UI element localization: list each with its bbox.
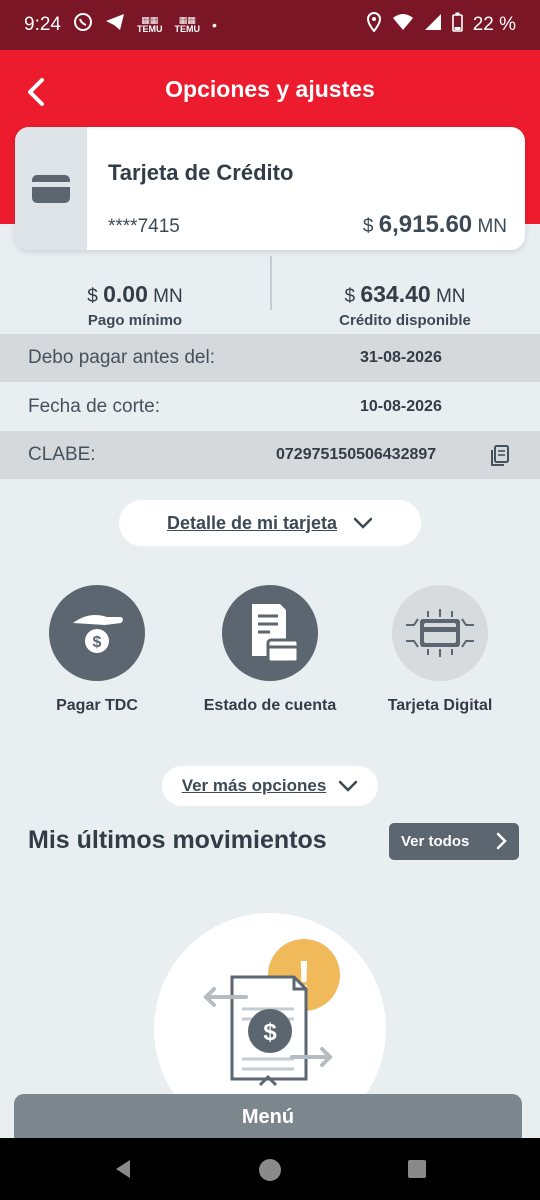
svg-text:$: $ <box>263 1019 277 1046</box>
status-bar: 9:24 ▦▦ TEMU ▦▦ TEMU • 22 % <box>0 0 540 50</box>
digital-card-icon <box>392 585 488 681</box>
svg-text:$: $ <box>93 634 102 651</box>
credit-card-summary: Tarjeta de Crédito ****7415 $ 6,915.60 M… <box>15 127 525 250</box>
statement-icon <box>222 585 318 681</box>
min-payment: $ 0.00 MN Pago mínimo <box>0 256 270 334</box>
movements-title: Mis últimos movimientos <box>28 826 327 854</box>
cut-date-row: Fecha de corte: 10-08-2026 <box>0 383 540 431</box>
temu-notification-icon-2: ▦▦ TEMU <box>174 15 200 34</box>
digital-card-label: Tarjeta Digital <box>387 697 493 714</box>
clabe-row: CLABE: 072975150506432897 <box>0 431 540 479</box>
chevron-down-icon <box>353 517 373 529</box>
page-title: Opciones y ajustes <box>165 76 375 102</box>
account-statement-label: Estado de cuenta <box>203 697 337 714</box>
location-icon <box>366 11 382 38</box>
temu-notification-icon: ▦▦ TEMU <box>136 15 163 34</box>
cut-date-label: Fecha de corte: <box>28 396 161 417</box>
back-nav-icon[interactable] <box>112 1158 134 1185</box>
card-detail-toggle[interactable]: Detalle de mi tarjeta <box>119 500 421 546</box>
card-balance: $ 6,915.60 MN <box>362 211 507 238</box>
system-nav-bar <box>0 1138 540 1200</box>
due-date-value: 31-08-2026 <box>360 349 442 366</box>
card-title: Tarjeta de Crédito <box>108 160 294 185</box>
whatsapp-icon <box>73 12 93 38</box>
due-date-row: Debo pagar antes del: 31-08-2026 <box>0 334 540 382</box>
more-options-toggle[interactable]: Ver más opciones <box>162 766 378 806</box>
status-time: 9:24 <box>24 14 61 35</box>
pay-card-button[interactable]: $ Pagar TDC <box>17 585 177 715</box>
account-statement-button[interactable]: Estado de cuenta <box>190 585 350 715</box>
available-credit-label: Crédito disponible <box>339 312 471 329</box>
more-notifications-dot: • <box>211 17 217 33</box>
hand-coin-icon: $ <box>49 585 145 681</box>
menu-button[interactable]: Menú <box>14 1094 522 1144</box>
recents-nav-icon[interactable] <box>406 1158 428 1185</box>
clabe-label: CLABE: <box>28 444 96 465</box>
battery-icon <box>451 12 463 38</box>
copy-icon[interactable] <box>490 445 510 473</box>
more-options-label: Ver más opciones <box>181 776 327 795</box>
credit-summary: $ 0.00 MN Pago mínimo $ 634.40 MN Crédit… <box>0 256 540 334</box>
digital-card-button[interactable]: Tarjeta Digital <box>360 585 520 715</box>
card-detail-label: Detalle de mi tarjeta <box>166 512 338 533</box>
cut-date-value: 10-08-2026 <box>360 398 442 415</box>
see-all-label: Ver todos <box>401 833 470 850</box>
clabe-value: 072975150506432897 <box>276 446 437 463</box>
chevron-down-icon <box>339 780 358 792</box>
available-credit: $ 634.40 MN Crédito disponible <box>270 256 540 334</box>
chevron-right-icon <box>496 832 507 850</box>
due-date-label: Debo pagar antes del: <box>28 347 215 368</box>
battery-percent: 22 % <box>472 14 516 35</box>
card-icon-box <box>15 127 87 250</box>
home-nav-icon[interactable] <box>258 1158 282 1187</box>
signal-icon <box>424 13 442 37</box>
credit-card-icon <box>32 174 70 203</box>
card-number: ****7415 <box>108 216 180 237</box>
telegram-icon <box>105 13 125 37</box>
pay-card-label: Pagar TDC <box>56 697 138 714</box>
see-all-button[interactable]: Ver todos <box>389 823 519 860</box>
wifi-icon <box>392 13 414 37</box>
min-payment-label: Pago mínimo <box>87 312 183 329</box>
